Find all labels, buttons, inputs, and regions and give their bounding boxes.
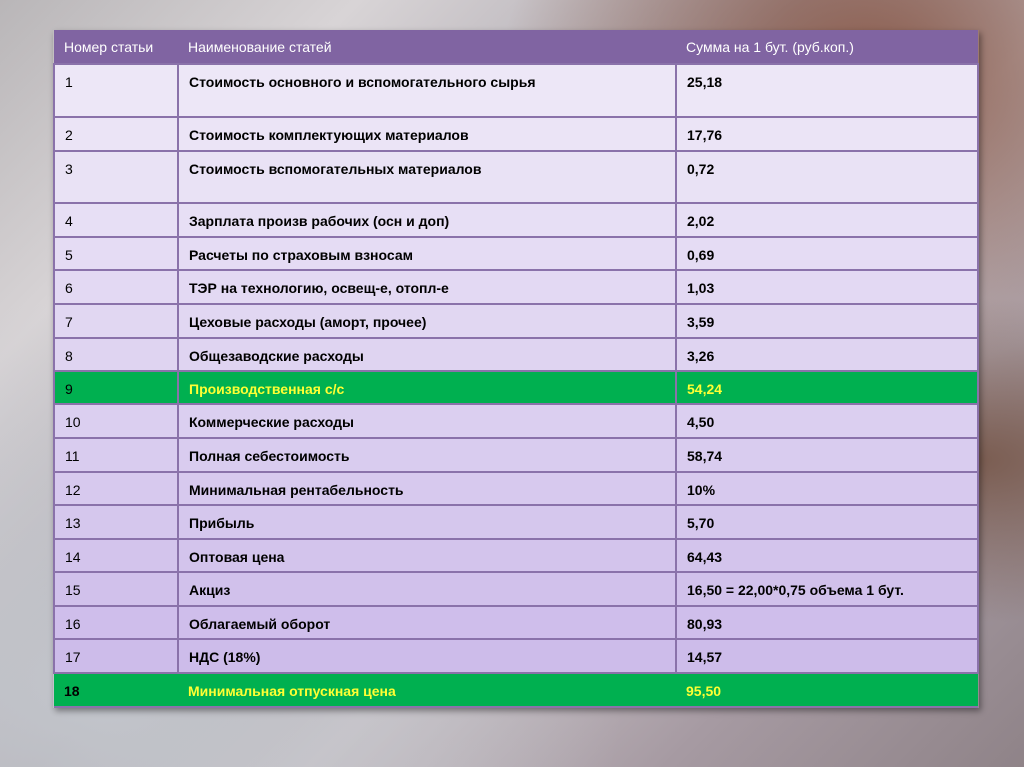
row-number: 1 (53, 63, 179, 118)
row-name: Стоимость вспомогательных материалов (177, 150, 677, 204)
row-name: Прибыль (177, 504, 677, 540)
table-row: 7 Цеховые расходы (аморт, прочее) 3,59 (53, 303, 979, 339)
table-row: 16 Облагаемый оборот 80,93 (53, 605, 979, 640)
table-row: 11 Полная себестоимость 58,74 (53, 437, 979, 473)
row-name: Цеховые расходы (аморт, прочее) (177, 303, 677, 339)
table-row: 17 НДС (18%) 14,57 (53, 638, 979, 674)
row-name: Оптовая цена (177, 538, 677, 573)
row-value: 0,69 (675, 236, 979, 271)
row-name: Коммерческие расходы (177, 403, 677, 439)
row-name: Расчеты по страховым взносам (177, 236, 677, 271)
table-row: 4 Зарплата произв рабочих (осн и доп) 2,02 (53, 202, 979, 238)
header-sum: Сумма на 1 бут. (руб.коп.) (676, 30, 978, 64)
row-number: 11 (53, 437, 179, 473)
table-row: 8 Общезаводские расходы 3,26 (53, 337, 979, 372)
table-row: 15 Акциз 16,50 = 22,00*0,75 объема 1 бут. (53, 571, 979, 607)
row-number: 17 (53, 638, 179, 674)
row-value: 64,43 (675, 538, 979, 573)
table-row: 5 Расчеты по страховым взносам 0,69 (53, 236, 979, 271)
row-name: Стоимость комплектующих материалов (177, 116, 677, 152)
row-value: 0,72 (675, 150, 979, 204)
table-row: 1 Стоимость основного и вспомогательного … (53, 63, 979, 118)
header-number: Номер статьи (54, 30, 178, 64)
table-row: 18 Минимальная отпускная цена 95,50 (54, 672, 978, 708)
table-row: 2 Стоимость комплектующих материалов 17,76 (53, 116, 979, 152)
row-number: 6 (53, 269, 179, 305)
table-row: 12 Минимальная рентабельность 10% (53, 471, 979, 506)
row-name: Минимальная отпускная цена (178, 672, 676, 708)
row-name: Полная себестоимость (177, 437, 677, 473)
row-name: Стоимость основного и вспомогательного с… (177, 63, 677, 118)
row-value: 10% (675, 471, 979, 506)
row-number: 16 (53, 605, 179, 640)
row-name: НДС (18%) (177, 638, 677, 674)
row-number: 5 (53, 236, 179, 271)
row-value: 2,02 (675, 202, 979, 238)
cost-table: Номер статьи Наименование статей Сумма н… (53, 30, 979, 708)
row-number: 4 (53, 202, 179, 238)
row-value: 80,93 (675, 605, 979, 640)
row-value: 3,26 (675, 337, 979, 372)
row-value: 14,57 (675, 638, 979, 674)
row-number: 8 (53, 337, 179, 372)
row-number: 7 (53, 303, 179, 339)
row-name: Акциз (177, 571, 677, 607)
row-name: ТЭР на технологию, освещ-е, отопл-е (177, 269, 677, 305)
row-number: 10 (53, 403, 179, 439)
row-number: 2 (53, 116, 179, 152)
table-row: 13 Прибыль 5,70 (53, 504, 979, 540)
row-name: Производственная с/с (177, 370, 677, 405)
table-row: 6 ТЭР на технологию, освещ-е, отопл-е 1,03 (53, 269, 979, 305)
row-value: 5,70 (675, 504, 979, 540)
row-value: 54,24 (675, 370, 979, 405)
row-name: Зарплата произв рабочих (осн и доп) (177, 202, 677, 238)
row-value: 4,50 (675, 403, 979, 439)
table-header: Номер статьи Наименование статей Сумма н… (54, 30, 978, 64)
row-value: 95,50 (676, 672, 978, 708)
row-name: Облагаемый оборот (177, 605, 677, 640)
row-number: 9 (53, 370, 179, 405)
table-row: 9 Производственная с/с 54,24 (53, 370, 979, 405)
row-value: 25,18 (675, 63, 979, 118)
row-number: 3 (53, 150, 179, 204)
header-name: Наименование статей (178, 30, 676, 64)
table-row: 3 Стоимость вспомогательных материалов 0,7… (53, 150, 979, 204)
row-name: Минимальная рентабельность (177, 471, 677, 506)
row-value: 16,50 = 22,00*0,75 объема 1 бут. (675, 571, 979, 607)
row-number: 12 (53, 471, 179, 506)
row-value: 58,74 (675, 437, 979, 473)
row-number: 14 (53, 538, 179, 573)
row-name: Общезаводские расходы (177, 337, 677, 372)
table-row: 14 Оптовая цена 64,43 (53, 538, 979, 573)
row-value: 3,59 (675, 303, 979, 339)
row-value: 17,76 (675, 116, 979, 152)
row-number: 13 (53, 504, 179, 540)
row-value: 1,03 (675, 269, 979, 305)
table-row: 10 Коммерческие расходы 4,50 (53, 403, 979, 439)
row-number: 18 (54, 672, 178, 708)
row-number: 15 (53, 571, 179, 607)
